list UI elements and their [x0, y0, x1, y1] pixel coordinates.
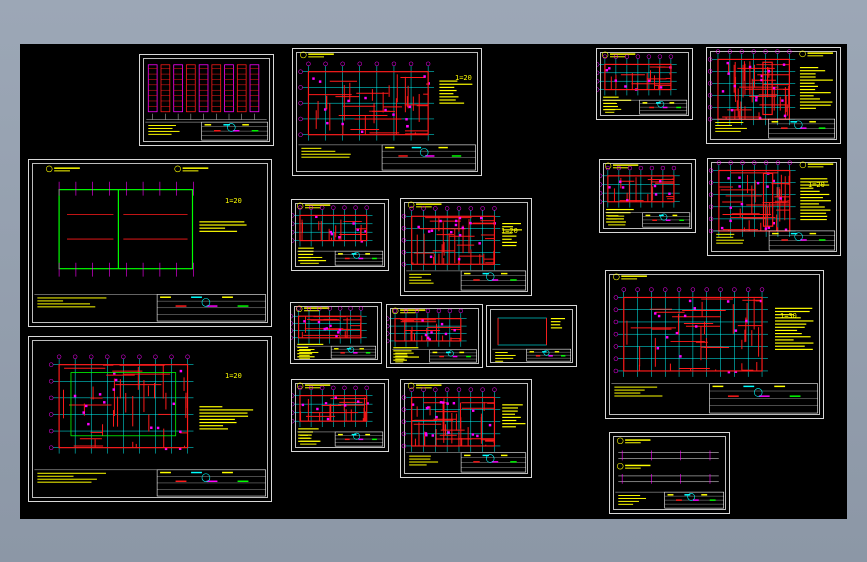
cad-drawing-canvas[interactable]: 1=20 1=20 1=20 1=20 1=20 1=30 [20, 44, 847, 519]
drawing-sheet-section-detail[interactable] [400, 379, 532, 478]
drawing-sheet-foundation-plan[interactable]: 1=20 [28, 159, 272, 327]
scale-label: 1=30 [780, 312, 797, 320]
drawing-sheet-grid-plan[interactable]: 1=30 [605, 270, 824, 419]
drawing-sheet-beam-detail[interactable] [609, 432, 730, 514]
drawing-sheet-rack-elevations[interactable] [139, 54, 274, 146]
drawing-sheet-roof-plan[interactable]: 1=20 [292, 48, 482, 176]
drawing-sheet-middle-plan-1[interactable] [599, 159, 696, 233]
scale-label: 1=20 [225, 197, 242, 205]
drawing-sheet-detail-c[interactable] [386, 304, 483, 368]
scale-label: 1=20 [808, 181, 825, 189]
drawing-sheet-upper-plan-1[interactable] [596, 48, 693, 120]
scale-label: 1=20 [455, 74, 472, 82]
scale-label: 1=20 [225, 372, 242, 380]
drawing-sheet-floor-plan[interactable]: 1=20 [28, 336, 272, 502]
drawing-sheet-upper-plan-2[interactable] [706, 47, 841, 144]
drawing-sheet-detail-a[interactable] [291, 199, 389, 271]
drawing-sheet-detail-e[interactable] [291, 379, 389, 452]
scale-label: 1=20 [501, 227, 518, 235]
drawing-sheet-detail-d[interactable] [486, 305, 577, 367]
drawing-sheet-middle-plan-2[interactable]: 1=20 [707, 158, 841, 256]
drawing-sheet-detail-b[interactable] [290, 302, 382, 364]
drawing-sheet-section-plan[interactable]: 1=20 [400, 198, 532, 296]
